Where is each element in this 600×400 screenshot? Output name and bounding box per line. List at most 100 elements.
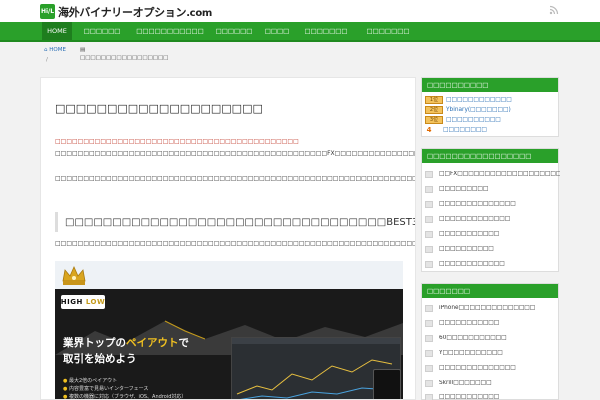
section-heading: □□□□□□□□□□□□□□□□□□□□□□□□□□□□□□□□□□BEST3□ — [55, 212, 415, 232]
ranking-widget: □□□□□□□□□□ 1位 □□□□□□□□□□□□ 2位 Ybinary(□□… — [421, 77, 559, 137]
logo-text-domain: .com — [186, 7, 213, 19]
thumbnail-icon — [425, 245, 433, 253]
site-header: Hi/L 海外バイナリーオプション.com — [0, 0, 600, 22]
list-item-text: □□□□□□□□□□ — [439, 246, 494, 252]
list-item[interactable]: iPhone□□□□□□□□□□□□□□ — [422, 301, 560, 315]
breadcrumb-home[interactable]: ⌂ HOME — [44, 46, 66, 54]
nav-item-3[interactable]: □□□□□□□□□□□ — [134, 22, 206, 40]
thumbnail-icon — [425, 304, 433, 312]
logo-badge: Hi/L — [40, 4, 55, 19]
list-item[interactable]: □□□□□□□□□□□ — [422, 316, 560, 330]
thumbnail-icon — [425, 215, 433, 223]
list-item[interactable]: □□□□□□□□□□ — [422, 242, 560, 256]
breadcrumb-home-label: HOME — [49, 47, 66, 53]
banner-headline-line2: 取引を始めよう — [63, 353, 137, 365]
logo-text-main: 海外バイナリーオプション — [58, 5, 187, 19]
site-logo[interactable]: Hi/L 海外バイナリーオプション.com — [40, 4, 212, 19]
list-item[interactable]: □□FX□□□□□□□□□□□□□□□□□□□□ — [422, 167, 560, 181]
ranking-item-1[interactable]: 1位 □□□□□□□□□□□□ — [425, 95, 512, 104]
ranking-item-4[interactable]: 4 □□□□□□□□ — [425, 125, 487, 134]
sidebar-section-1: □□□□□□□□□□□□□□□□□ □□FX□□□□□□□□□□□□□□□□□□… — [421, 148, 560, 272]
list-item[interactable]: □□□□□□□□□□□□□ — [422, 212, 560, 226]
home-icon: ⌂ — [44, 47, 48, 53]
breadcrumb-separator: / — [46, 57, 48, 63]
thumbnail-icon — [425, 349, 433, 357]
sidebar-section-2: □□□□□□□ iPhone□□□□□□□□□□□□□□ □□□□□□□□□□□… — [421, 283, 559, 400]
nav-item-4[interactable]: □□□□□□ — [212, 22, 256, 40]
rss-icon[interactable] — [549, 5, 559, 15]
sidebar-section-2-title: □□□□□□□ — [422, 284, 558, 298]
nav-item-home[interactable]: HOME — [42, 22, 72, 40]
banner-headline-prefix: 業界トップの — [63, 337, 126, 349]
ranking-item-3[interactable]: 3位 □□□□□□□□□□ — [425, 115, 501, 124]
nav-item-2[interactable]: □□□□□□ — [78, 22, 126, 40]
ranking-item-3-text: □□□□□□□□□□ — [446, 116, 501, 123]
list-item-text: □□FX□□□□□□□□□□□□□□□□□□□□ — [439, 171, 560, 177]
banner-headline-accent: ペイアウト — [126, 337, 179, 349]
list-item-text: □□□□□□□□□□□ — [439, 231, 500, 237]
page-title: □□□□□□□□□□□□□□□□□□□□ — [55, 102, 263, 115]
list-item-text: □□□□□□□□□□□□□□ — [439, 201, 516, 207]
list-item-text: □□□□□□□□□ — [439, 186, 489, 192]
list-item-text: Skrill□□□□□□□ — [439, 380, 492, 386]
article-paragraph-3: □□□□□□□□□□□□□□□□□□□□□□□□□□□□□□□□□□□□□□□□… — [55, 240, 415, 247]
ranking-item-1-text: □□□□□□□□□□□□ — [446, 96, 512, 103]
highlow-logo: HIGH LOW — [61, 295, 105, 309]
ranking-item-2-text: Ybinary(□□□□□□□) — [446, 106, 511, 113]
tablet-device-graphic — [373, 369, 401, 399]
rank-badge-2: 2位 — [425, 105, 443, 114]
document-icon: ▤ — [80, 47, 86, 53]
rank-badge-1: 1位 — [425, 95, 443, 104]
crown-icon — [62, 266, 86, 285]
main-nav: HOME □□□□□□ □□□□□□□□□□□ □□□□□□ □□□□ □□□□… — [0, 22, 600, 42]
intro-link[interactable]: □□□□□□□□□□□□□□□□□□□□□□□□□□□□□□□□□□□□□□□□… — [55, 138, 299, 145]
list-item[interactable]: Y□□□□□□□□□□□ — [422, 346, 560, 360]
article-paragraph-2: □□□□□□□□□□□□□□□□□□□□□□□□□□□□□□□□□□□□□□□□… — [55, 175, 416, 182]
ranking-item-4-text: □□□□□□□□ — [443, 126, 487, 133]
banner-bullet-1: 最大2倍のペイアウト — [63, 378, 117, 384]
list-item-text: □□□□□□□□□□□□□□ — [439, 365, 516, 371]
list-item-text: □□□□□□□□□□□□ — [439, 261, 505, 267]
thumbnail-icon — [425, 319, 433, 327]
list-item[interactable]: □□□□□□□□□ — [422, 182, 560, 196]
breadcrumb-current-label: □□□□□□□□□□□□□□□□□ — [80, 55, 169, 61]
thumbnail-icon — [425, 364, 433, 372]
list-item[interactable]: Skrill□□□□□□□ — [422, 376, 560, 390]
thumbnail-icon — [425, 230, 433, 238]
thumbnail-icon — [425, 334, 433, 342]
banner-bullet-2: 内容豊富で見易いインターフェース — [63, 386, 148, 392]
list-item[interactable]: □□□□□□□□□□□ — [422, 390, 560, 400]
rank-badge-4: 4 — [426, 125, 432, 134]
list-item-text: □□□□□□□□□□□□□ — [439, 216, 511, 222]
article: □□□□□□□□□□□□□□□□□□□□ □□□□□□□□□□□□□□□□□□□… — [40, 77, 416, 400]
banner-bullets: 最大2倍のペイアウト 内容豊富で見易いインターフェース 複数の機器に対応（ブラウ… — [63, 377, 186, 399]
nav-item-6[interactable]: □□□□□□□ — [298, 22, 354, 40]
nav-item-7[interactable]: □□□□□□□ — [360, 22, 416, 40]
nav-item-5[interactable]: □□□□ — [262, 22, 292, 40]
list-item[interactable]: □□□□□□□□□□□□□□ — [422, 197, 560, 211]
list-item-text: iPhone□□□□□□□□□□□□□□ — [439, 305, 536, 311]
highlow-logo-low: LOW — [85, 298, 106, 306]
rank-badge-3: 3位 — [425, 115, 443, 124]
logo-text: 海外バイナリーオプション.com — [58, 4, 212, 20]
list-item-text: □□□□□□□□□□□ — [439, 320, 500, 326]
sidebar-section-1-title: □□□□□□□□□□□□□□□□□ — [422, 149, 558, 163]
banner-bullet-3: 複数の機器に対応（ブラウザ、iOS、Android対応） — [63, 394, 186, 399]
thumbnail-icon — [425, 200, 433, 208]
highlow-logo-high: HIGH — [60, 298, 83, 306]
highlow-banner[interactable]: HIGH LOW 業界トップのペイアウトで 取引を始めよう 最大2倍のペイアウト… — [55, 289, 403, 399]
ranking-item-2[interactable]: 2位 Ybinary(□□□□□□□) — [425, 105, 511, 114]
article-paragraph-1: □□□□□□□□□□□□□□□□□□□□□□□□□□□□□□□□□□□□□□□□… — [55, 150, 415, 157]
list-item-text: □□□□□□□□□□□ — [439, 394, 500, 400]
thumbnail-icon — [425, 379, 433, 387]
thumbnail-icon — [425, 393, 433, 400]
thumbnail-icon — [425, 260, 433, 268]
list-item[interactable]: □□□□□□□□□□□ — [422, 227, 560, 241]
list-item[interactable]: □□□□□□□□□□□□□□ — [422, 361, 560, 375]
list-item[interactable]: 60□□□□□□□□□□□ — [422, 331, 560, 345]
list-item[interactable]: □□□□□□□□□□□□ — [422, 257, 560, 271]
thumbnail-icon — [425, 170, 433, 178]
thumbnail-icon — [425, 185, 433, 193]
list-item-text: Y□□□□□□□□□□□ — [439, 350, 503, 356]
banner-headline: 業界トップのペイアウトで 取引を始めよう — [63, 335, 189, 367]
